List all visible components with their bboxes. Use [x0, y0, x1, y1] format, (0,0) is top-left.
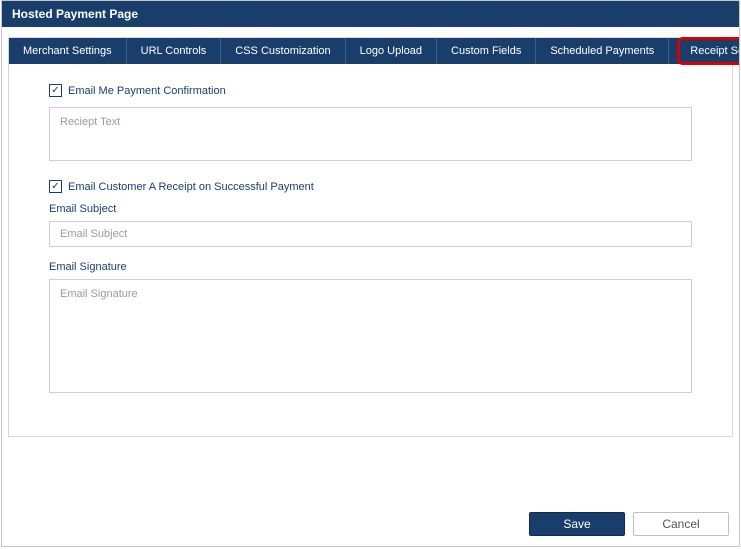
cancel-button[interactable]: Cancel	[633, 512, 729, 536]
email-me-row: ✓ Email Me Payment Confirmation	[49, 84, 692, 97]
tab-url-controls[interactable]: URL Controls	[127, 38, 222, 64]
tab-logo-upload[interactable]: Logo Upload	[346, 38, 437, 64]
settings-panel: Merchant Settings URL Controls CSS Custo…	[8, 37, 733, 437]
dialog-body: Merchant Settings URL Controls CSS Custo…	[2, 27, 739, 437]
email-subject-input[interactable]	[49, 221, 692, 247]
email-me-label: Email Me Payment Confirmation	[68, 85, 226, 97]
email-signature-input[interactable]	[49, 279, 692, 393]
dialog-footer: Save Cancel	[529, 512, 729, 536]
email-customer-row: ✓ Email Customer A Receipt on Successful…	[49, 180, 692, 193]
email-customer-label: Email Customer A Receipt on Successful P…	[68, 181, 314, 193]
tab-scheduled-payments[interactable]: Scheduled Payments	[536, 38, 669, 64]
email-subject-label: Email Subject	[49, 203, 692, 215]
tab-content: ✓ Email Me Payment Confirmation ✓ Email …	[9, 64, 732, 406]
save-button[interactable]: Save	[529, 512, 625, 536]
dialog-title: Hosted Payment Page	[12, 7, 138, 21]
email-customer-checkbox[interactable]: ✓	[49, 180, 62, 193]
email-signature-label: Email Signature	[49, 261, 692, 273]
receipt-text-input[interactable]	[49, 107, 692, 161]
dialog-header: Hosted Payment Page	[2, 1, 739, 27]
email-me-checkbox[interactable]: ✓	[49, 84, 62, 97]
tab-css-customization[interactable]: CSS Customization	[221, 38, 345, 64]
tab-merchant-settings[interactable]: Merchant Settings	[9, 38, 127, 64]
tab-custom-fields[interactable]: Custom Fields	[437, 38, 536, 64]
tab-receipt-settings[interactable]: Receipt Settings	[677, 37, 740, 65]
tab-bar: Merchant Settings URL Controls CSS Custo…	[9, 38, 732, 64]
dialog-container: Hosted Payment Page Merchant Settings UR…	[1, 0, 740, 547]
